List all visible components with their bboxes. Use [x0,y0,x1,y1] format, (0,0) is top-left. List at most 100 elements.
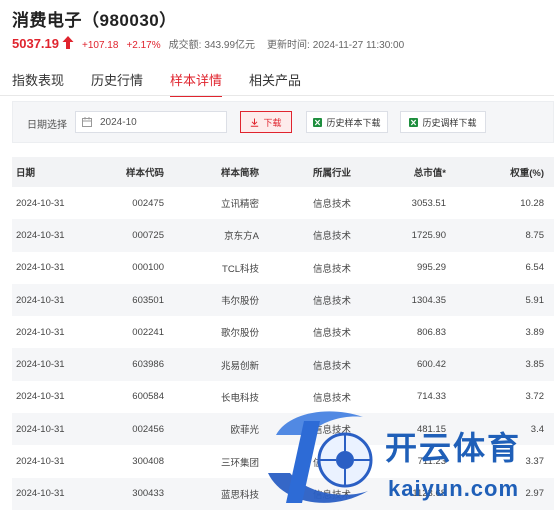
cell-weight: 5.91 [446,283,554,317]
history-sample-download-label: 历史样本下载 [326,117,381,128]
page-title: 消费电子（980030） [12,11,177,30]
cell-name: TCL科技 [222,263,259,275]
download-button[interactable]: 下载 [240,111,292,133]
date-value: 2024-10 [100,116,137,128]
table-row: 2024-10-31 002475 立讯精密 信息技术 3053.51 10.28 [12,187,554,219]
cell-market-cap: 995.29 [416,262,446,274]
col-market-cap: 总市值* [381,157,446,187]
price-change: +107.18 [82,40,119,51]
tab-sample-details[interactable]: 样本详情 [170,70,223,97]
table-header-row: 日期 样本代码 样本简称 所属行业 总市值* 权重(%) [12,157,554,187]
download-label: 下载 [263,117,282,128]
cell-code: 002241 [132,326,164,338]
quote-bar: 5037.19 +107.18 +2.17% 成交额: 343.99亿元 更新时… [12,35,416,51]
cell-industry: 信息技术 [313,199,352,211]
tab-related-products[interactable]: 相关产品 [249,70,301,97]
cell-industry: 信息技术 [259,413,381,446]
cell-code: 603986 [102,348,164,381]
col-industry: 所属行业 [259,157,381,187]
cell-industry: 信息技术 [259,219,381,252]
cell-weight: 3.72 [525,391,545,403]
cell-weight: 3.85 [446,348,554,381]
history-sample-download-button[interactable]: 历史样本下载 [306,111,388,133]
cell-name: 韦尔股份 [164,283,259,317]
cell-industry: 信息技术 [313,263,352,275]
cell-market-cap: 600.42 [381,348,446,381]
cell-name: 立讯精密 [220,199,259,211]
cell-name: 蓝思科技 [164,477,259,510]
calendar-icon [82,117,92,127]
date-picker-input[interactable]: 2024-10 [75,111,227,133]
history-adjust-download-button[interactable]: 历史调样下载 [400,111,486,133]
table-row: 2024-10-31 002241 歌尔股份 信息技术 806.83 3.89 [12,316,554,348]
cell-weight: 3.89 [525,326,545,338]
col-weight: 权重(%) [446,157,554,187]
table-row: 2024-10-31 603986 兆易创新 信息技术 600.42 3.85 [12,348,554,381]
watermark-url: kaiyun.com [388,476,520,501]
table-row: 2024-10-31 000100 TCL科技 信息技术 995.29 6.54 [12,252,554,284]
tab-divider [0,95,554,96]
cell-date: 2024-10-31 [16,262,65,274]
col-date: 日期 [12,157,102,187]
cell-code: 000725 [102,219,164,252]
download-icon [251,118,259,127]
cell-industry: 信息技术 [259,348,381,381]
cell-name: 欧菲光 [164,413,259,446]
table-row: 2024-10-31 600584 长电科技 信息技术 714.33 3.72 [12,381,554,413]
cell-code: 002456 [102,413,164,446]
col-code: 样本代码 [102,157,164,187]
cell-date: 2024-10-31 [12,413,102,446]
excel-icon [313,117,323,127]
index-price: 5037.19 [12,36,59,51]
cell-code: 000100 [132,262,164,274]
filter-panel: 日期选择 2024-10 下载 历史样本下载 历史调样下载 [12,101,554,143]
history-adjust-download-label: 历史调样下载 [422,117,477,128]
cell-market-cap: 1725.90 [381,219,446,252]
cell-market-cap: 806.83 [416,326,446,338]
cell-date: 2024-10-31 [16,197,65,209]
cell-date: 2024-10-31 [12,348,102,381]
cell-industry: 信息技术 [313,328,352,340]
cell-industry: 信息技术 [313,392,352,404]
cell-date: 2024-10-31 [12,283,102,317]
cell-industry: 信息技术 [313,457,352,469]
watermark-brand: 开云体育 [385,429,522,467]
cell-name: 歌尔股份 [220,328,259,340]
cell-industry: 信息技术 [259,283,381,317]
cell-name: 三环集团 [220,457,259,469]
cell-weight: 6.54 [525,262,545,274]
cell-date: 2024-10-31 [12,477,102,510]
cell-code: 300408 [132,456,164,468]
volume-label: 成交额: [168,40,202,51]
cell-date: 2024-10-31 [12,219,102,252]
cell-date: 2024-10-31 [16,326,65,338]
excel-icon [409,117,419,127]
date-select-label: 日期选择 [27,120,67,131]
cell-date: 2024-10-31 [16,456,65,468]
volume-value: 343.99亿元 [204,40,256,51]
cell-code: 300433 [102,477,164,510]
cell-date: 2024-10-31 [16,391,65,403]
cell-market-cap: 714.33 [416,391,446,403]
cell-code: 603501 [102,283,164,317]
tab-bar: 指数表现 历史行情 样本详情 相关产品 [12,70,328,97]
cell-name: 兆易创新 [164,348,259,381]
update-time-label: 更新时间: [267,40,310,51]
cell-industry: 信息技术 [259,477,381,510]
tab-history[interactable]: 历史行情 [91,70,143,97]
cell-code: 002475 [132,197,164,209]
cell-market-cap: 3053.51 [411,197,446,209]
col-name: 样本简称 [164,157,259,187]
cell-code: 600584 [132,391,164,403]
cell-name: 长电科技 [220,392,259,404]
tab-index-performance[interactable]: 指数表现 [12,70,64,97]
price-change-pct: +2.17% [126,40,161,51]
table-row: 2024-10-31 603501 韦尔股份 信息技术 1304.35 5.91 [12,283,554,317]
cell-weight: 8.75 [446,219,554,252]
cell-weight: 10.28 [520,197,544,209]
up-arrow-icon [62,36,74,49]
update-time-value: 2024-11-27 11:30:00 [312,40,405,51]
cell-market-cap: 1304.35 [381,283,446,317]
cell-name: 京东方A [164,219,259,252]
table-row: 2024-10-31 000725 京东方A 信息技术 1725.90 8.75 [12,219,554,252]
